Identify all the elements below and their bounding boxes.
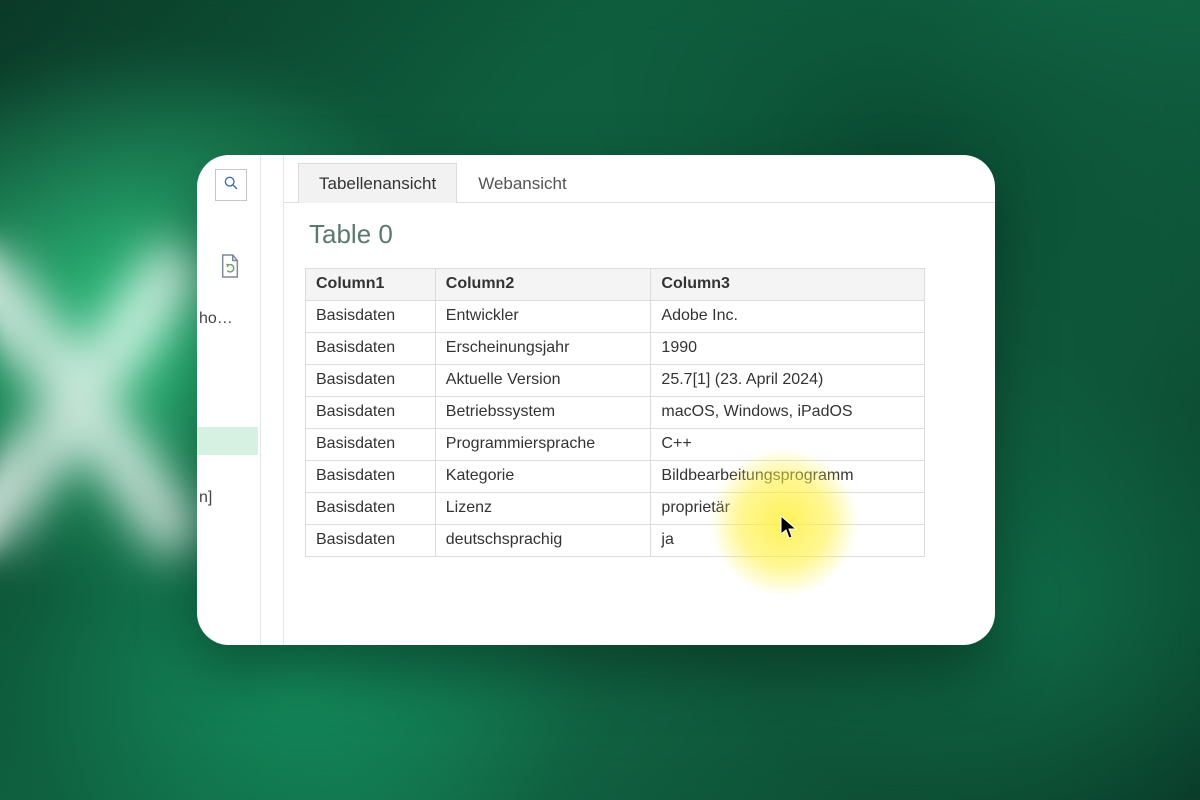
table-row[interactable]: BasisdatenKategorieBildbearbeitungsprogr… xyxy=(306,461,925,493)
cell[interactable]: Adobe Inc. xyxy=(651,301,925,333)
cell[interactable]: ja xyxy=(651,525,925,557)
cell[interactable]: Basisdaten xyxy=(306,461,436,493)
table-row[interactable]: BasisdatenBetriebssystemmacOS, Windows, … xyxy=(306,397,925,429)
cell[interactable]: Bildbearbeitungsprogramm xyxy=(651,461,925,493)
cell[interactable]: Basisdaten xyxy=(306,429,436,461)
search-icon xyxy=(223,175,239,195)
sidebar-sliver: ho… n] xyxy=(197,155,261,645)
sidebar-selected-row[interactable] xyxy=(197,427,258,455)
cell[interactable]: Basisdaten xyxy=(306,525,436,557)
table-title: Table 0 xyxy=(309,219,971,250)
document-refresh-icon xyxy=(219,253,241,279)
cell[interactable]: 1990 xyxy=(651,333,925,365)
col-header-2[interactable]: Column2 xyxy=(435,269,651,301)
cell[interactable]: deutschsprachig xyxy=(435,525,651,557)
cell[interactable]: Betriebssystem xyxy=(435,397,651,429)
tab-label: Tabellenansicht xyxy=(319,174,436,194)
table-row[interactable]: BasisdatenProgrammierspracheC++ xyxy=(306,429,925,461)
cell[interactable]: Basisdaten xyxy=(306,333,436,365)
cell[interactable]: macOS, Windows, iPadOS xyxy=(651,397,925,429)
view-tabs: Tabellenansicht Webansicht xyxy=(284,155,995,203)
tab-table-view[interactable]: Tabellenansicht xyxy=(298,163,457,203)
col-header-3[interactable]: Column3 xyxy=(651,269,925,301)
search-button[interactable] xyxy=(215,169,247,201)
cell[interactable]: Kategorie xyxy=(435,461,651,493)
table-row[interactable]: Basisdatendeutschsprachigja xyxy=(306,525,925,557)
cell[interactable]: Entwickler xyxy=(435,301,651,333)
cell[interactable]: proprietär xyxy=(651,493,925,525)
content-area: Table 0 Column1 Column2 Column3 Basisdat… xyxy=(305,219,971,645)
table-header-row: Column1 Column2 Column3 xyxy=(306,269,925,301)
cell[interactable]: Basisdaten xyxy=(306,365,436,397)
cell[interactable]: Basisdaten xyxy=(306,493,436,525)
tab-label: Webansicht xyxy=(478,174,567,194)
navigator-panel: ho… n] Tabellenansicht Webansicht Table … xyxy=(197,155,995,645)
cell[interactable]: C++ xyxy=(651,429,925,461)
cell[interactable]: Aktuelle Version xyxy=(435,365,651,397)
cell[interactable]: Programmiersprache xyxy=(435,429,651,461)
tab-web-view[interactable]: Webansicht xyxy=(457,163,588,203)
main-area: Tabellenansicht Webansicht Table 0 Colum… xyxy=(261,155,995,645)
vertical-divider xyxy=(283,155,284,645)
table-row[interactable]: BasisdatenAktuelle Version25.7[1] (23. A… xyxy=(306,365,925,397)
cell[interactable]: Basisdaten xyxy=(306,301,436,333)
col-header-1[interactable]: Column1 xyxy=(306,269,436,301)
table-row[interactable]: BasisdatenLizenzproprietär xyxy=(306,493,925,525)
sidebar-truncated-text-1: ho… xyxy=(199,310,233,328)
table-body: BasisdatenEntwicklerAdobe Inc. Basisdate… xyxy=(306,301,925,557)
table-row[interactable]: BasisdatenEntwicklerAdobe Inc. xyxy=(306,301,925,333)
sidebar-truncated-text-2: n] xyxy=(199,489,212,507)
cell[interactable]: Lizenz xyxy=(435,493,651,525)
cell[interactable]: 25.7[1] (23. April 2024) xyxy=(651,365,925,397)
cell[interactable]: Erscheinungsjahr xyxy=(435,333,651,365)
preview-table: Column1 Column2 Column3 BasisdatenEntwic… xyxy=(305,268,925,557)
table-row[interactable]: BasisdatenErscheinungsjahr1990 xyxy=(306,333,925,365)
cell[interactable]: Basisdaten xyxy=(306,397,436,429)
